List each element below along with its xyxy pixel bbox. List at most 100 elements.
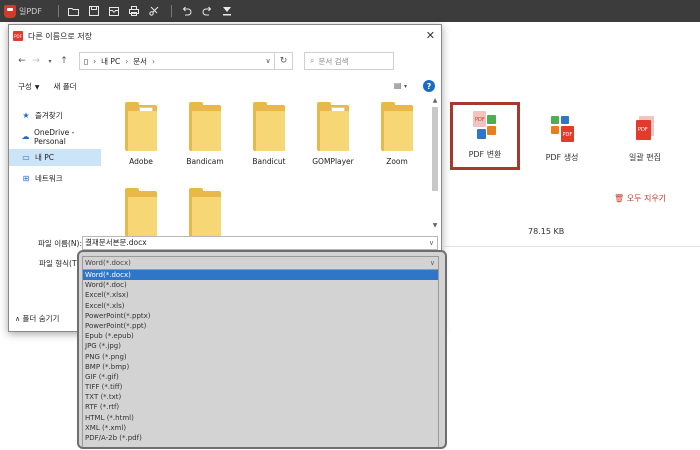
nav-item-this-pc[interactable]: ▭ 내 PC [9, 149, 101, 166]
nav-item-onedrive[interactable]: ☁ OneDrive - Personal [9, 127, 101, 146]
folder-icon [189, 102, 221, 151]
toolbar-divider [170, 5, 172, 17]
filetype-option[interactable]: Epub (*.epub) [83, 331, 438, 341]
filetype-option[interactable]: HTML (*.html) [83, 413, 438, 423]
filetype-option[interactable]: PDF/A-2b (*.pdf) [83, 433, 438, 443]
pdf-create-button[interactable]: PDF PDF 생성 [527, 104, 597, 163]
app-toolbar: 일PDF [0, 0, 700, 22]
batch-edit-label: 일괄 편집 [629, 153, 661, 162]
chevron-right-icon[interactable]: › [125, 57, 128, 66]
filename-input[interactable]: 결재문서본문.docx ∨ [82, 236, 438, 250]
organize-button[interactable]: 구성 ▼ [18, 81, 39, 92]
clear-all-button[interactable]: 🗑 오두 지우기 [614, 193, 666, 204]
filetype-option[interactable]: Excel(*.xls) [83, 301, 438, 311]
help-icon[interactable]: ? [423, 80, 435, 92]
folder-icon [253, 102, 285, 151]
filetype-option[interactable]: JPG (*.jpg) [83, 341, 438, 351]
filetype-option[interactable]: PowerPoint(*.pptx) [83, 311, 438, 321]
filetype-option[interactable]: Word(*.docx) [83, 270, 438, 281]
pdf-create-label: PDF 생성 [545, 153, 579, 162]
nav-item-network[interactable]: ⊞ 네트워크 [9, 170, 101, 187]
hide-folders-label: 폴더 숨기기 [22, 314, 60, 323]
folder-icon[interactable] [65, 2, 83, 20]
hide-folders-button[interactable]: ∧ 폴더 숨기기 [15, 313, 59, 324]
undo-icon[interactable] [178, 2, 196, 20]
filetype-option[interactable]: PNG (*.png) [83, 352, 438, 362]
save-icon[interactable] [85, 2, 103, 20]
breadcrumb-this-pc[interactable]: 내 PC [101, 56, 120, 67]
back-arrow-icon[interactable]: ← [15, 56, 29, 66]
filetype-option[interactable]: GIF (*.gif) [83, 372, 438, 382]
recent-locations-icon[interactable]: ▾ [43, 58, 57, 65]
search-icon: ⌕ [310, 56, 315, 65]
file-list-scrollbar[interactable]: ▲ ▼ [431, 97, 439, 229]
navigation-bar: ← → ▾ ↑ ▯ › 내 PC › 문서 › ∨ ↻ ⌕ 문서 검색 [9, 47, 441, 75]
breadcrumb-documents[interactable]: 문서 [133, 56, 147, 67]
print-icon[interactable] [125, 2, 143, 20]
star-icon: ★ [22, 111, 30, 120]
scroll-down-icon[interactable]: ▼ [431, 222, 439, 229]
chevron-right-icon[interactable]: › [152, 57, 155, 66]
scrollbar-thumb[interactable] [432, 107, 438, 191]
download-icon[interactable] [218, 2, 236, 20]
dialog-titlebar[interactable]: PDF 다른 이름으로 저장 ✕ [9, 25, 441, 47]
scissors-icon[interactable] [145, 2, 163, 20]
filename-label: 파일 이름(N): [38, 239, 82, 248]
filetype-label: 파일 형식(T): [39, 259, 82, 268]
batch-edit-button[interactable]: PDF 일괄 편집 [610, 104, 680, 163]
chevron-down-icon[interactable]: ∨ [262, 57, 274, 65]
filetype-option[interactable]: Excel(*.xlsx) [83, 290, 438, 300]
folder-name: Zoom [386, 157, 408, 166]
clear-all-label: 오두 지우기 [626, 194, 667, 203]
filetype-option[interactable]: RTF (*.rtf) [83, 402, 438, 412]
folder-icon [189, 188, 221, 237]
address-bar[interactable]: ▯ › 내 PC › 문서 › ∨ [79, 52, 275, 70]
pdf-convert-icon: PDF [471, 111, 499, 141]
pdf-app-icon: PDF [13, 31, 23, 41]
navigation-pane: ★ 즐겨찾기 ☁ OneDrive - Personal ▭ 내 PC ⊞ 네트… [9, 97, 101, 229]
folder-item[interactable]: Adobe [113, 97, 169, 166]
folder-icon [125, 188, 157, 237]
folder-item[interactable]: GOMPlayer [305, 97, 361, 166]
nav-item-label: OneDrive - Personal [33, 127, 75, 146]
mail-icon[interactable] [105, 2, 123, 20]
redo-icon[interactable] [198, 2, 216, 20]
chevron-down-icon[interactable]: ∨ [430, 257, 435, 269]
filetype-select[interactable]: Word(*.docx) ∨ [82, 256, 439, 270]
folder-item[interactable]: Bandicut [241, 97, 297, 166]
dialog-title: 다른 이름으로 저장 [28, 31, 92, 41]
filetype-option[interactable]: XML (*.xml) [83, 423, 438, 433]
close-icon[interactable]: ✕ [426, 29, 435, 42]
nav-item-favorites[interactable]: ★ 즐겨찾기 [9, 107, 101, 124]
folder-item[interactable] [113, 183, 169, 243]
filetype-option[interactable]: PowerPoint(*.ppt) [83, 321, 438, 331]
filetype-option[interactable]: TXT (*.txt) [83, 392, 438, 402]
folder-item[interactable]: Bandicam [177, 97, 233, 166]
filetype-option[interactable]: Word(*.doc) [83, 280, 438, 290]
caret-down-icon: ▼ [34, 83, 40, 91]
svg-text:PDF: PDF [563, 132, 573, 138]
folder-name: Bandicut [252, 157, 286, 166]
scroll-up-icon[interactable]: ▲ [431, 97, 439, 104]
filename-value: 결재문서본문.docx [85, 238, 147, 247]
pdf-convert-label: PDF 변환 [468, 150, 502, 159]
folder-name: GOMPlayer [312, 157, 354, 166]
refresh-icon[interactable]: ↻ [275, 52, 293, 70]
search-placeholder: 문서 검색 [318, 56, 349, 66]
folder-item[interactable] [177, 183, 233, 243]
filetype-option[interactable]: TIFF (*.tiff) [83, 382, 438, 392]
svg-text:PDF: PDF [638, 127, 648, 133]
forward-arrow-icon[interactable]: → [29, 56, 43, 66]
filename-row: 파일 이름(N): 결재문서본문.docx ∨ [9, 236, 441, 250]
chevron-down-icon[interactable]: ∨ [429, 237, 434, 249]
folder-item[interactable]: Zoom [369, 97, 425, 166]
new-folder-button[interactable]: 새 폴더 [53, 81, 76, 92]
filetype-option[interactable]: BMP (*.bmp) [83, 362, 438, 372]
search-input[interactable]: ⌕ 문서 검색 [304, 52, 394, 70]
chevron-right-icon[interactable]: › [93, 57, 96, 66]
pdf-convert-button[interactable]: PDF PDF 변환 [450, 102, 520, 170]
up-arrow-icon[interactable]: ↑ [57, 56, 71, 66]
folder-name: Adobe [129, 157, 153, 166]
view-options-icon[interactable]: ▤ ▾ [394, 81, 407, 90]
filetype-current: Word(*.docx) [85, 259, 131, 267]
